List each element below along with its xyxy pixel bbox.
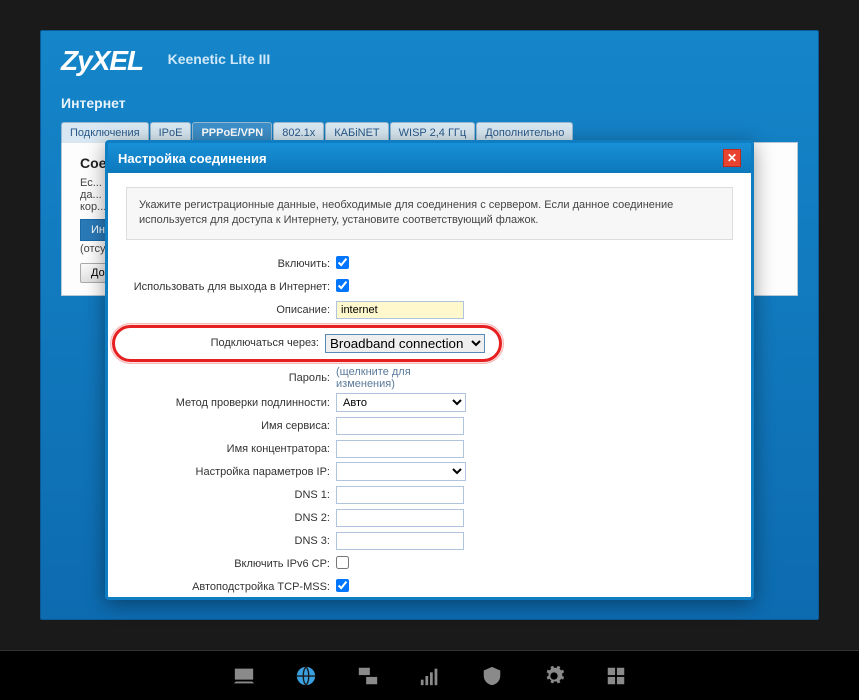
connect-via-label: Подключаться через:	[129, 337, 325, 349]
password-change-link[interactable]: (щелкните для изменения)	[336, 366, 411, 390]
password-label: Пароль:	[126, 372, 336, 384]
enable-checkbox[interactable]	[336, 256, 349, 269]
modal-titlebar: Настройка соединения ✕	[108, 143, 751, 173]
concentrator-label: Имя концентратора:	[126, 443, 336, 455]
description-label: Описание:	[126, 304, 336, 316]
auth-select[interactable]: Авто	[336, 393, 466, 412]
hint-box: Укажите регистрационные данные, необходи…	[126, 187, 733, 240]
close-icon[interactable]: ✕	[723, 149, 741, 167]
modal-title-text: Настройка соединения	[118, 151, 267, 166]
gear-icon[interactable]	[540, 664, 568, 688]
auth-label: Метод проверки подлинности:	[126, 397, 336, 409]
service-input[interactable]	[336, 417, 464, 435]
model-name: Keenetic Lite III	[168, 51, 271, 67]
tcpmss-checkbox[interactable]	[336, 579, 349, 592]
dns1-input[interactable]	[336, 486, 464, 504]
use-internet-checkbox[interactable]	[336, 279, 349, 292]
dns2-input[interactable]	[336, 509, 464, 527]
concentrator-input[interactable]	[336, 440, 464, 458]
enable-label: Включить:	[126, 258, 336, 270]
description-input[interactable]	[336, 301, 464, 319]
network-icon[interactable]	[354, 664, 382, 688]
ip-config-select[interactable]	[336, 462, 466, 481]
service-label: Имя сервиса:	[126, 420, 336, 432]
shield-icon[interactable]	[478, 664, 506, 688]
connect-via-select[interactable]: Broadband connection (ISP)	[325, 334, 485, 353]
ipv6cp-checkbox[interactable]	[336, 556, 349, 569]
use-internet-label: Использовать для выхода в Интернет:	[126, 281, 336, 293]
ip-config-label: Настройка параметров IP:	[126, 466, 336, 478]
modal-body: Укажите регистрационные данные, необходи…	[108, 173, 751, 597]
header: ZyXEL Keenetic Lite III	[41, 31, 818, 91]
ipv6cp-label: Включить IPv6 CP:	[126, 558, 336, 570]
brand-logo: ZyXEL	[61, 45, 143, 77]
connection-settings-modal: Настройка соединения ✕ Укажите регистрац…	[105, 140, 754, 600]
tab-row: ПодключенияIPoEPPPoE/VPN802.1xКАБiNETWIS…	[41, 121, 818, 142]
dns3-input[interactable]	[336, 532, 464, 550]
dns1-label: DNS 1:	[126, 489, 336, 501]
tcpmss-label: Автоподстройка TCP-MSS:	[126, 581, 336, 593]
bottom-toolbar	[0, 650, 859, 700]
apps-icon[interactable]	[602, 664, 630, 688]
dns3-label: DNS 3:	[126, 535, 336, 547]
dns2-label: DNS 2:	[126, 512, 336, 524]
wifi-bars-icon[interactable]	[416, 664, 444, 688]
page-title: Интернет	[41, 91, 818, 121]
monitor-icon[interactable]	[230, 664, 258, 688]
connect-via-highlight: Подключаться через: Broadband connection…	[112, 325, 502, 362]
globe-icon[interactable]	[292, 664, 320, 688]
